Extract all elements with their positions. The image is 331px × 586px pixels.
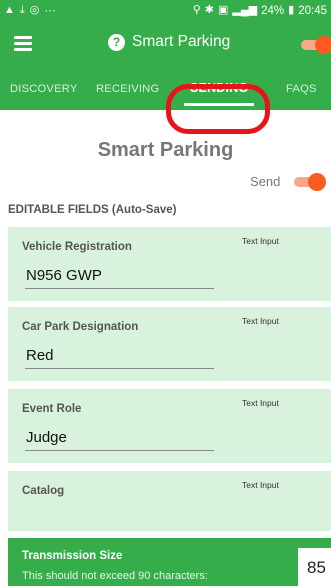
field-label: Event Role [22,403,82,415]
tab-receiving[interactable]: RECEIVING [96,83,160,95]
field-label: Vehicle Registration [22,241,132,253]
bluetooth-icon: ✱ [204,4,214,16]
vehicle-registration-input[interactable]: N956 GWP [25,265,214,289]
tab-faqs[interactable]: FAQS [286,83,317,95]
location-icon: ⚲ [192,4,201,16]
status-bar: ▲ ⤓ ◎ ··· ⚲ ✱ ▣ ▂▄▆ 24% ▮ 20:45 [0,0,331,21]
tab-discovery[interactable]: DISCOVERY [10,83,78,95]
status-bar-left: ▲ ⤓ ◎ ··· [4,5,56,17]
field-event-role: Event Role Text Input Judge [8,389,331,463]
page-title: Smart Parking [97,139,234,161]
send-toggle[interactable] [294,172,327,191]
help-icon[interactable]: ? [108,33,125,51]
send-row: Send [250,172,327,191]
app-title: ? Smart Parking [108,33,230,51]
app-bar: ? Smart Parking [0,21,331,67]
field-label: Car Park Designation [22,321,139,333]
master-toggle-thumb [315,36,331,54]
field-type: Text Input [242,316,279,326]
signal-icon: ▂▄▆ [232,4,258,16]
mute-icon: ▣ [218,4,229,16]
warning-icon: ▲ [4,4,15,16]
more-icon: ··· [44,4,56,17]
status-bar-right: ⚲ ✱ ▣ ▂▄▆ 24% ▮ 20:45 [193,5,327,17]
transmission-size-count: 85 [298,548,331,586]
event-role-input[interactable]: Judge [25,427,214,451]
app-title-text: Smart Parking [132,33,231,50]
battery-icon: ▮ [288,4,295,16]
clock: 20:45 [298,4,327,17]
field-type: Text Input [242,236,279,246]
master-toggle[interactable] [301,36,331,54]
field-type: Text Input [242,398,279,408]
section-label: EDITABLE FIELDS (Auto-Save) [8,204,177,216]
transmission-size-title: Transmission Size [22,550,123,562]
transmission-size-hint: This should not exceed 90 characters: [22,570,208,582]
car-park-designation-input[interactable]: Red [25,345,214,369]
instagram-icon: ◎ [29,4,40,16]
field-car-park-designation: Car Park Designation Text Input Red [8,307,331,381]
send-toggle-thumb [308,172,327,191]
field-label: Catalog [22,485,65,497]
menu-icon[interactable] [14,36,32,51]
highlight-annotation [166,84,270,134]
send-label: Send [250,174,281,189]
field-type: Text Input [242,480,279,490]
transmission-size-panel: Transmission Size This should not exceed… [8,538,331,586]
download-icon: ⤓ [19,4,25,16]
field-catalog: Catalog Text Input [8,471,331,531]
field-vehicle-registration: Vehicle Registration Text Input N956 GWP [8,227,331,301]
battery-percent: 24% [261,4,285,17]
